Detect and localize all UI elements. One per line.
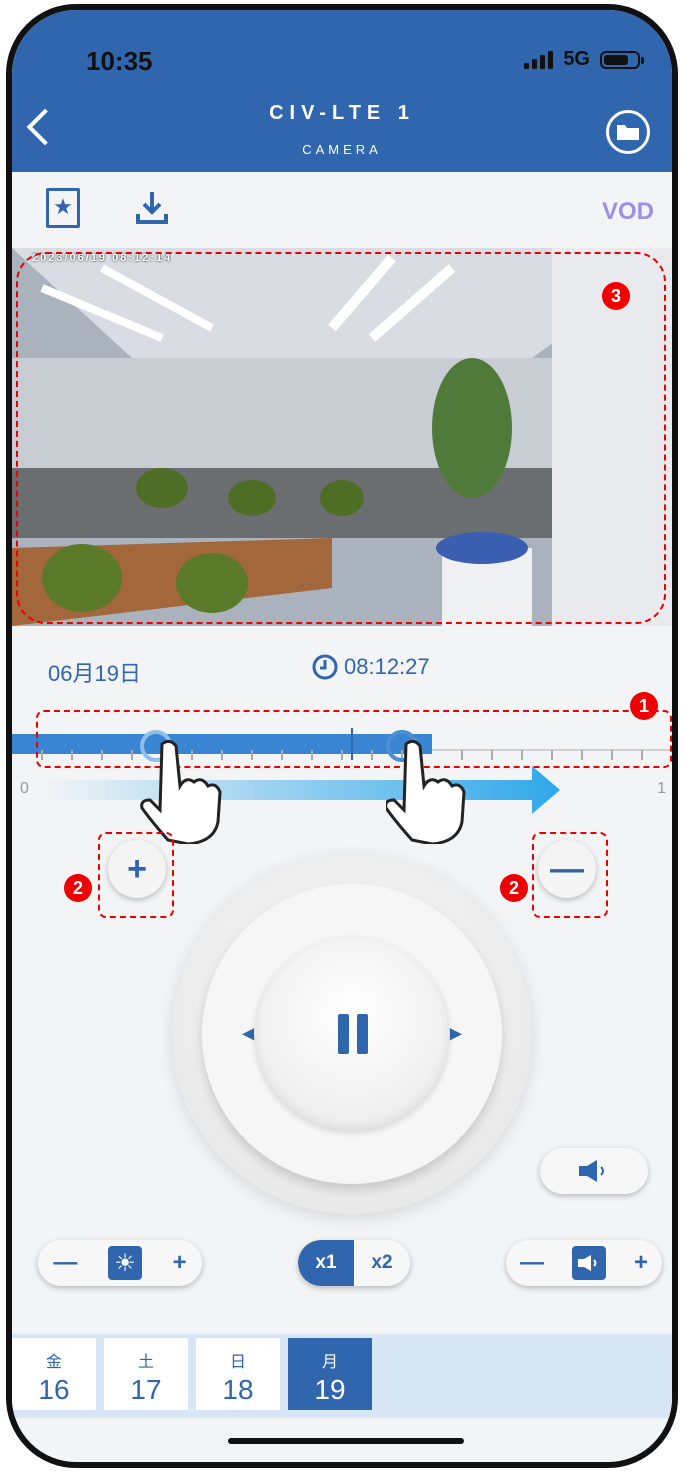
timeline-left-label: 0	[20, 780, 29, 797]
annotation-zoom-in-box	[98, 832, 174, 918]
day-number: 18	[222, 1374, 254, 1405]
folder-button[interactable]	[606, 110, 650, 154]
day-selector: 金 16 土 17 日 18 月 19	[12, 1334, 672, 1418]
playback-dial: ◀◀ ▶▶	[172, 854, 532, 1214]
page-subtitle: CAMERA	[302, 142, 382, 157]
speed-x1-button[interactable]: x1	[298, 1240, 354, 1286]
speed-x2-button[interactable]: x2	[354, 1240, 410, 1286]
app-header: 10:35 5G CIV-LTE 1 CAMERA	[12, 10, 672, 172]
star-icon: ★	[53, 194, 73, 219]
phone-frame: 10:35 5G CIV-LTE 1 CAMERA ★ VOD 2023/06/…	[6, 4, 678, 1468]
day-number: 19	[314, 1374, 346, 1405]
speaker-button[interactable]	[540, 1148, 648, 1194]
day-item-16[interactable]: 金 16	[12, 1338, 96, 1410]
brightness-icon: ☀	[107, 1246, 142, 1280]
vod-label[interactable]: VOD	[602, 198, 654, 226]
badge-two: 2	[64, 874, 92, 902]
bookmark-button[interactable]: ★	[46, 188, 80, 228]
brightness-control: — ☀ +	[38, 1240, 202, 1286]
network-label: 5G	[563, 48, 590, 70]
pause-icon	[338, 1014, 368, 1054]
status-time: 10:35	[86, 46, 153, 76]
volume-icon	[571, 1246, 606, 1280]
download-button[interactable]	[132, 188, 172, 233]
playback-controls: + 2 — 2 ◀◀ ▶▶ — ☀ +	[12, 810, 672, 1330]
badge-one: 1	[630, 692, 658, 720]
playback-time: 08:12:27	[344, 654, 430, 679]
volume-control: — +	[506, 1240, 662, 1286]
pause-button[interactable]	[254, 936, 450, 1132]
day-item-18[interactable]: 日 18	[196, 1338, 280, 1410]
video-player[interactable]: 2023/06/19 08:12:14 3	[12, 248, 672, 626]
volume-plus-button[interactable]: +	[634, 1249, 648, 1277]
day-weekday: 金	[45, 1354, 62, 1371]
playback-info: 06月19日 08:12:27	[12, 626, 672, 704]
signal-icon	[524, 50, 554, 69]
status-indicators: 5G	[524, 48, 644, 71]
battery-icon	[600, 50, 644, 69]
day-item-19[interactable]: 月 19	[288, 1338, 372, 1410]
download-icon	[136, 192, 168, 224]
speaker-icon	[579, 1160, 604, 1182]
page-title: CIV-LTE 1	[269, 102, 415, 124]
brightness-plus-button[interactable]: +	[173, 1249, 187, 1277]
folder-icon	[617, 125, 639, 140]
toolbar: ★ VOD	[12, 172, 672, 250]
annotation-zoom-out-box	[532, 832, 608, 918]
badge-three: 3	[602, 282, 630, 310]
annotation-video-box	[16, 252, 666, 624]
timeline-right-label: 1	[657, 780, 666, 797]
volume-minus-button[interactable]: —	[520, 1249, 544, 1277]
timeline[interactable]: 0 1 1	[12, 692, 672, 844]
playback-date: 06月19日	[48, 661, 141, 686]
clock-icon	[312, 654, 338, 680]
day-weekday: 日	[229, 1354, 246, 1371]
badge-two: 2	[500, 874, 528, 902]
day-weekday: 月	[321, 1354, 338, 1371]
day-number: 17	[130, 1374, 162, 1405]
home-indicator[interactable]	[228, 1438, 464, 1444]
speed-toggle: x1 x2	[298, 1240, 410, 1286]
dial-ring: ◀◀ ▶▶	[202, 884, 502, 1184]
playback-time-row: 08:12:27	[312, 654, 430, 680]
day-weekday: 土	[137, 1354, 154, 1371]
day-item-17[interactable]: 土 17	[104, 1338, 188, 1410]
day-number: 16	[38, 1374, 70, 1405]
brightness-minus-button[interactable]: —	[53, 1249, 77, 1277]
